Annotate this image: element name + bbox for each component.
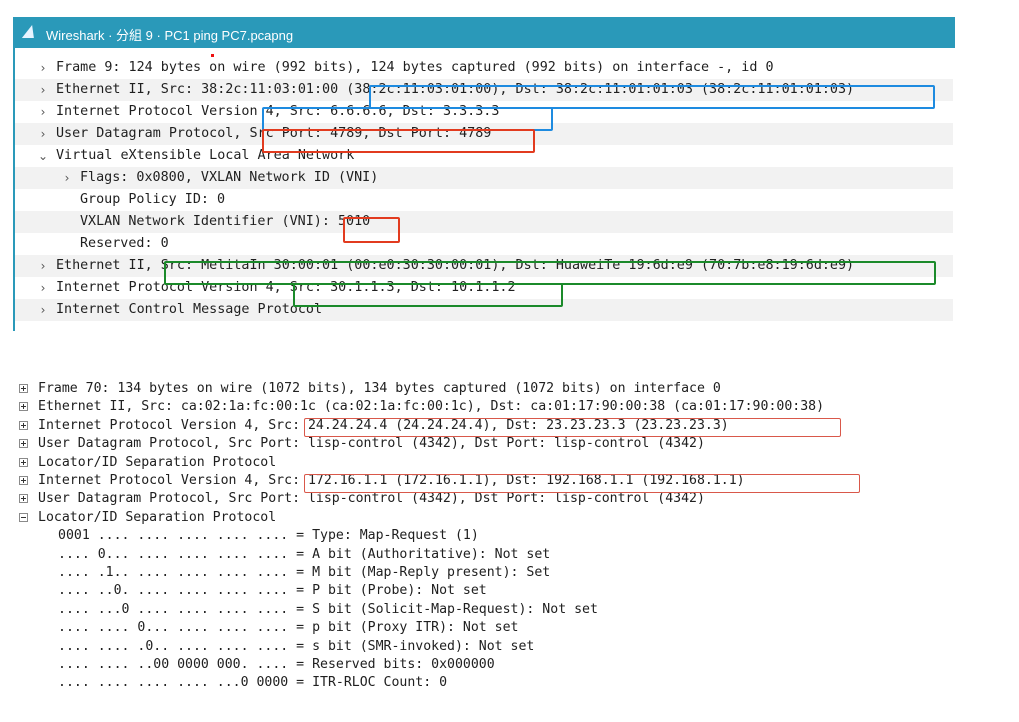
tree-row[interactable]: › Internet Protocol Version 4, Src: 6.6.6… xyxy=(15,101,953,123)
lisp-tree-row-label: .... ..0. .... .... .... .... = P bit (P… xyxy=(58,583,487,599)
tree-row[interactable]: Reserved: 0 xyxy=(15,233,953,255)
chevron-right-icon[interactable]: › xyxy=(37,57,49,79)
tree-row-label: Ethernet II, Src: 38:2c:11:03:01:00 (38:… xyxy=(56,82,855,97)
expand-plus-icon[interactable] xyxy=(19,476,28,485)
lisp-tree-row[interactable]: User Datagram Protocol, Src Port: lisp-c… xyxy=(16,490,952,509)
chevron-right-icon[interactable]: › xyxy=(37,123,49,145)
lisp-tree-row-label: 0001 .... .... .... .... .... = Type: Ma… xyxy=(58,528,479,544)
expand-plus-icon[interactable] xyxy=(19,439,28,449)
lisp-tree-row-label: .... 0... .... .... .... .... = A bit (A… xyxy=(58,546,551,562)
tree-row-label: Ethernet II, Src: MelitaIn 30:00:01 (00:… xyxy=(56,258,855,273)
chevron-right-icon[interactable]: › xyxy=(37,101,49,123)
expand-plus-icon[interactable] xyxy=(19,494,28,504)
lisp-tree-row[interactable]: .... .1.. .... .... .... .... = M bit (M… xyxy=(16,564,952,583)
tree-row[interactable]: › Internet Protocol Version 4, Src: 30.1.… xyxy=(15,277,953,299)
tree-row[interactable]: › Frame 9: 124 bytes on wire (992 bits), … xyxy=(15,57,953,79)
lisp-tree-row-label: .... .... .0.. .... .... .... = s bit (S… xyxy=(58,638,535,654)
tree-row[interactable]: › Flags: 0x0800, VXLAN Network ID (VNI) xyxy=(15,167,953,189)
lisp-tree-row-label: .... .... ..00 0000 000. .... = Reserved… xyxy=(58,657,495,672)
lisp-tree-row-label: Ethernet II, Src: ca:02:1a:fc:00:1c (ca:… xyxy=(38,399,825,415)
lisp-tree-row[interactable]: .... ..0. .... .... .... .... = P bit (P… xyxy=(16,582,952,601)
tree-row-label: User Datagram Protocol, Src Port: 4789, … xyxy=(56,126,492,141)
tree-row[interactable]: › Ethernet II, Src: MelitaIn 30:00:01 (00… xyxy=(15,255,953,277)
tree-row[interactable]: › Internet Control Message Protocol xyxy=(15,299,953,321)
lisp-tree-row[interactable]: .... .... 0... .... .... .... = p bit (P… xyxy=(16,619,952,638)
lisp-tree-row[interactable]: Internet Protocol Version 4, Src: 24.24.… xyxy=(16,417,952,436)
lisp-tree-row-label: Locator/ID Separation Protocol xyxy=(38,509,277,525)
lisp-tree-row[interactable]: Locator/ID Separation Protocol xyxy=(16,509,952,528)
red-marker-dot xyxy=(211,54,214,57)
expand-plus-icon[interactable] xyxy=(19,402,28,412)
tree-row[interactable]: › User Datagram Protocol, Src Port: 4789,… xyxy=(15,123,953,145)
tree-row-label: Virtual eXtensible Local Area Network xyxy=(56,148,355,163)
expand-plus-icon[interactable] xyxy=(19,420,28,430)
tree-row-label: Flags: 0x0800, VXLAN Network ID (VNI) xyxy=(80,170,379,185)
wireshark-window: Wireshark · 分組 9 · PC1 ping PC7.pcapng ›… xyxy=(13,17,955,331)
tree-row-label: Internet Protocol Version 4, Src: 30.1.1… xyxy=(56,280,516,295)
chevron-right-icon[interactable]: › xyxy=(37,277,49,299)
chevron-down-icon[interactable]: ⌄ xyxy=(37,145,49,167)
chevron-right-icon[interactable]: › xyxy=(37,79,49,101)
lisp-packet-details: Frame 70: 134 bytes on wire (1072 bits),… xyxy=(16,380,952,692)
tree-row[interactable]: Group Policy ID: 0 xyxy=(15,189,953,211)
chevron-right-icon[interactable]: › xyxy=(37,299,49,321)
window-title: Wireshark · 分組 9 · PC1 ping PC7.pcapng xyxy=(46,28,294,43)
lisp-tree-row-label: Internet Protocol Version 4, Src: 172.16… xyxy=(38,473,745,488)
expand-plus-icon[interactable] xyxy=(19,457,28,467)
lisp-tree-row[interactable]: Frame 70: 134 bytes on wire (1072 bits),… xyxy=(16,380,952,399)
tree-row-label: Internet Protocol Version 4, Src: 6.6.6.… xyxy=(56,104,500,119)
tree-row-label: Group Policy ID: 0 xyxy=(80,192,226,207)
lisp-tree-row[interactable]: .... .... .0.. .... .... .... = s bit (S… xyxy=(16,638,952,657)
lisp-tree-row-label: Internet Protocol Version 4, Src: 24.24.… xyxy=(38,417,729,433)
tree-row[interactable]: ⌄ Virtual eXtensible Local Area Network xyxy=(15,145,953,167)
tree-row[interactable]: VXLAN Network Identifier (VNI): 5010 xyxy=(15,211,953,233)
tree-row-label: Reserved: 0 xyxy=(80,236,169,251)
lisp-tree-row-label: .... .1.. .... .... .... .... = M bit (M… xyxy=(58,565,551,580)
tree-row[interactable]: › Ethernet II, Src: 38:2c:11:03:01:00 (38… xyxy=(15,79,953,101)
lisp-tree-row[interactable]: Internet Protocol Version 4, Src: 172.16… xyxy=(16,472,952,491)
lisp-tree-row-label: Locator/ID Separation Protocol xyxy=(38,454,277,470)
wireshark-fin-icon xyxy=(21,25,39,38)
lisp-tree-row[interactable]: 0001 .... .... .... .... .... = Type: Ma… xyxy=(16,527,952,546)
lisp-tree-row[interactable]: User Datagram Protocol, Src Port: lisp-c… xyxy=(16,435,952,454)
tree-row-label: VXLAN Network Identifier (VNI): 5010 xyxy=(80,214,371,229)
lisp-tree-row[interactable]: Locator/ID Separation Protocol xyxy=(16,454,952,473)
lisp-tree-row[interactable]: Ethernet II, Src: ca:02:1a:fc:00:1c (ca:… xyxy=(16,398,952,417)
collapse-minus-icon[interactable] xyxy=(19,512,28,522)
chevron-right-icon[interactable]: › xyxy=(61,167,73,189)
chevron-right-icon[interactable]: › xyxy=(37,255,49,277)
lisp-tree-row[interactable]: .... 0... .... .... .... .... = A bit (A… xyxy=(16,546,952,565)
lisp-tree-row-label: User Datagram Protocol, Src Port: lisp-c… xyxy=(38,491,705,507)
lisp-tree-row[interactable]: .... .... ..00 0000 000. .... = Reserved… xyxy=(16,656,952,675)
lisp-tree-row-label: .... .... 0... .... .... .... = p bit (P… xyxy=(58,620,519,636)
expand-plus-icon[interactable] xyxy=(19,384,28,393)
lisp-tree-row-label: Frame 70: 134 bytes on wire (1072 bits),… xyxy=(38,381,721,396)
lisp-tree-row[interactable]: .... .... .... .... ...0 0000 = ITR-RLOC… xyxy=(16,674,952,693)
lisp-tree-row[interactable]: .... ...0 .... .... .... .... = S bit (S… xyxy=(16,601,952,620)
lisp-tree-row-label: .... ...0 .... .... .... .... = S bit (S… xyxy=(58,601,598,617)
window-titlebar[interactable]: Wireshark · 分組 9 · PC1 ping PC7.pcapng xyxy=(15,17,955,48)
tree-row-label: Frame 9: 124 bytes on wire (992 bits), 1… xyxy=(56,60,774,75)
lisp-tree-row-label: User Datagram Protocol, Src Port: lisp-c… xyxy=(38,436,705,452)
lisp-tree-row-label: .... .... .... .... ...0 0000 = ITR-RLOC… xyxy=(58,675,448,691)
tree-row-label: Internet Control Message Protocol xyxy=(56,302,323,317)
